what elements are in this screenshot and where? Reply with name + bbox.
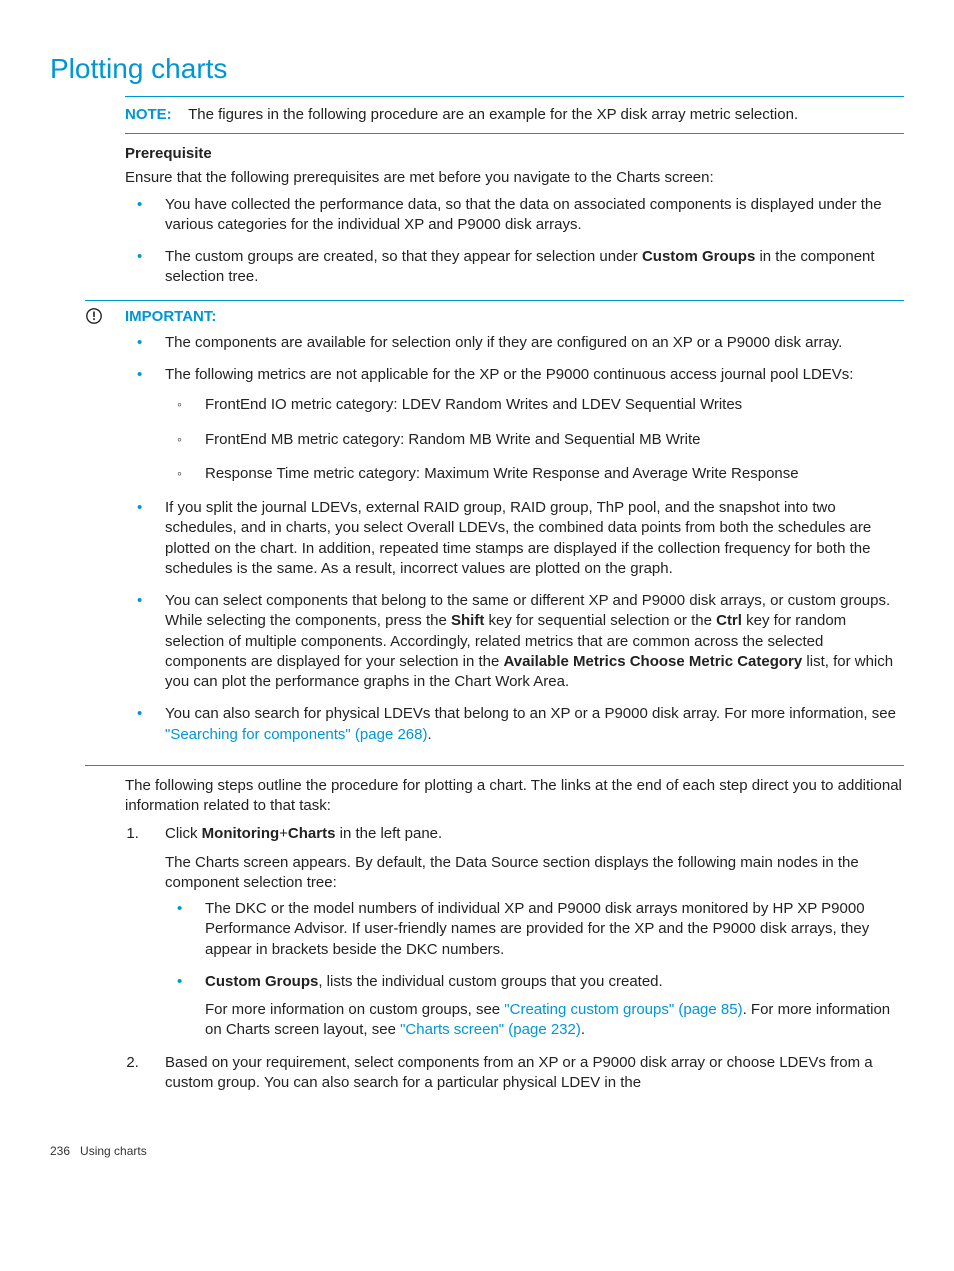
procedure-lead: The following steps outline the procedur… xyxy=(125,776,904,817)
list-item: The components are available for selecti… xyxy=(125,333,904,353)
prerequisite-lead: Ensure that the following prerequisites … xyxy=(125,168,904,188)
important-icon xyxy=(85,307,103,325)
list-item: Response Time metric category: Maximum W… xyxy=(165,464,904,484)
bold-text: Custom Groups xyxy=(642,248,755,265)
list-item: The DKC or the model numbers of individu… xyxy=(165,899,904,960)
link-searching-components[interactable]: "Searching for components" (page 268) xyxy=(165,726,427,743)
step-1-list: The DKC or the model numbers of individu… xyxy=(165,899,904,1041)
text: key for sequential selection or the xyxy=(484,612,716,629)
section-heading: Plotting charts xyxy=(50,50,904,88)
note-label: NOTE: xyxy=(125,106,172,123)
step-1-para: The Charts screen appears. By default, t… xyxy=(165,853,904,894)
procedure-steps: Click Monitoring+Charts in the left pane… xyxy=(125,824,904,1093)
content-body: NOTE: The figures in the following proce… xyxy=(125,96,904,1093)
list-item: The following metrics are not applicable… xyxy=(125,365,904,484)
note-text: The figures in the following procedure a… xyxy=(188,106,798,123)
bold-text: Monitoring xyxy=(202,825,279,842)
bold-text: Custom Groups xyxy=(205,973,318,990)
bold-text: Shift xyxy=(451,612,484,629)
text: You can also search for physical LDEVs t… xyxy=(165,705,896,722)
page-number: 236 xyxy=(50,1144,70,1158)
step-2: Based on your requirement, select compon… xyxy=(143,1053,904,1094)
list-item: FrontEnd IO metric category: LDEV Random… xyxy=(165,395,904,415)
sub-list: FrontEnd IO metric category: LDEV Random… xyxy=(165,395,904,484)
list-item: FrontEnd MB metric category: Random MB W… xyxy=(165,430,904,450)
list-item: If you split the journal LDEVs, external… xyxy=(125,498,904,579)
list-item: Custom Groups, lists the individual cust… xyxy=(165,972,904,1041)
page-footer: 236 Using charts xyxy=(50,1143,904,1159)
text: . xyxy=(427,726,431,743)
list-item: You have collected the performance data,… xyxy=(125,195,904,236)
text: The following metrics are not applicable… xyxy=(165,366,853,383)
list-item: The custom groups are created, so that t… xyxy=(125,247,904,288)
important-label: IMPORTANT: xyxy=(125,307,904,327)
bold-text: Available Metrics Choose Metric Category xyxy=(504,653,803,670)
important-list: The components are available for selecti… xyxy=(125,333,904,745)
text: For more information on custom groups, s… xyxy=(205,1001,504,1018)
important-block: IMPORTANT: The components are available … xyxy=(85,300,904,766)
prerequisite-list: You have collected the performance data,… xyxy=(125,195,904,288)
text: in the left pane. xyxy=(335,825,442,842)
text: Click xyxy=(165,825,202,842)
link-creating-custom-groups[interactable]: "Creating custom groups" (page 85) xyxy=(504,1001,742,1018)
step-1: Click Monitoring+Charts in the left pane… xyxy=(143,824,904,1040)
text: The custom groups are created, so that t… xyxy=(165,248,642,265)
list-item: You can select components that belong to… xyxy=(125,591,904,692)
bold-text: Charts xyxy=(288,825,336,842)
footer-section: Using charts xyxy=(80,1144,147,1158)
text: + xyxy=(279,825,288,842)
note-block: NOTE: The figures in the following proce… xyxy=(125,96,904,134)
bold-text: Ctrl xyxy=(716,612,742,629)
link-charts-screen[interactable]: "Charts screen" (page 232) xyxy=(400,1021,581,1038)
text: . xyxy=(581,1021,585,1038)
prerequisite-heading: Prerequisite xyxy=(125,144,904,164)
list-item: You can also search for physical LDEVs t… xyxy=(125,704,904,745)
text: , lists the individual custom groups tha… xyxy=(318,973,662,990)
